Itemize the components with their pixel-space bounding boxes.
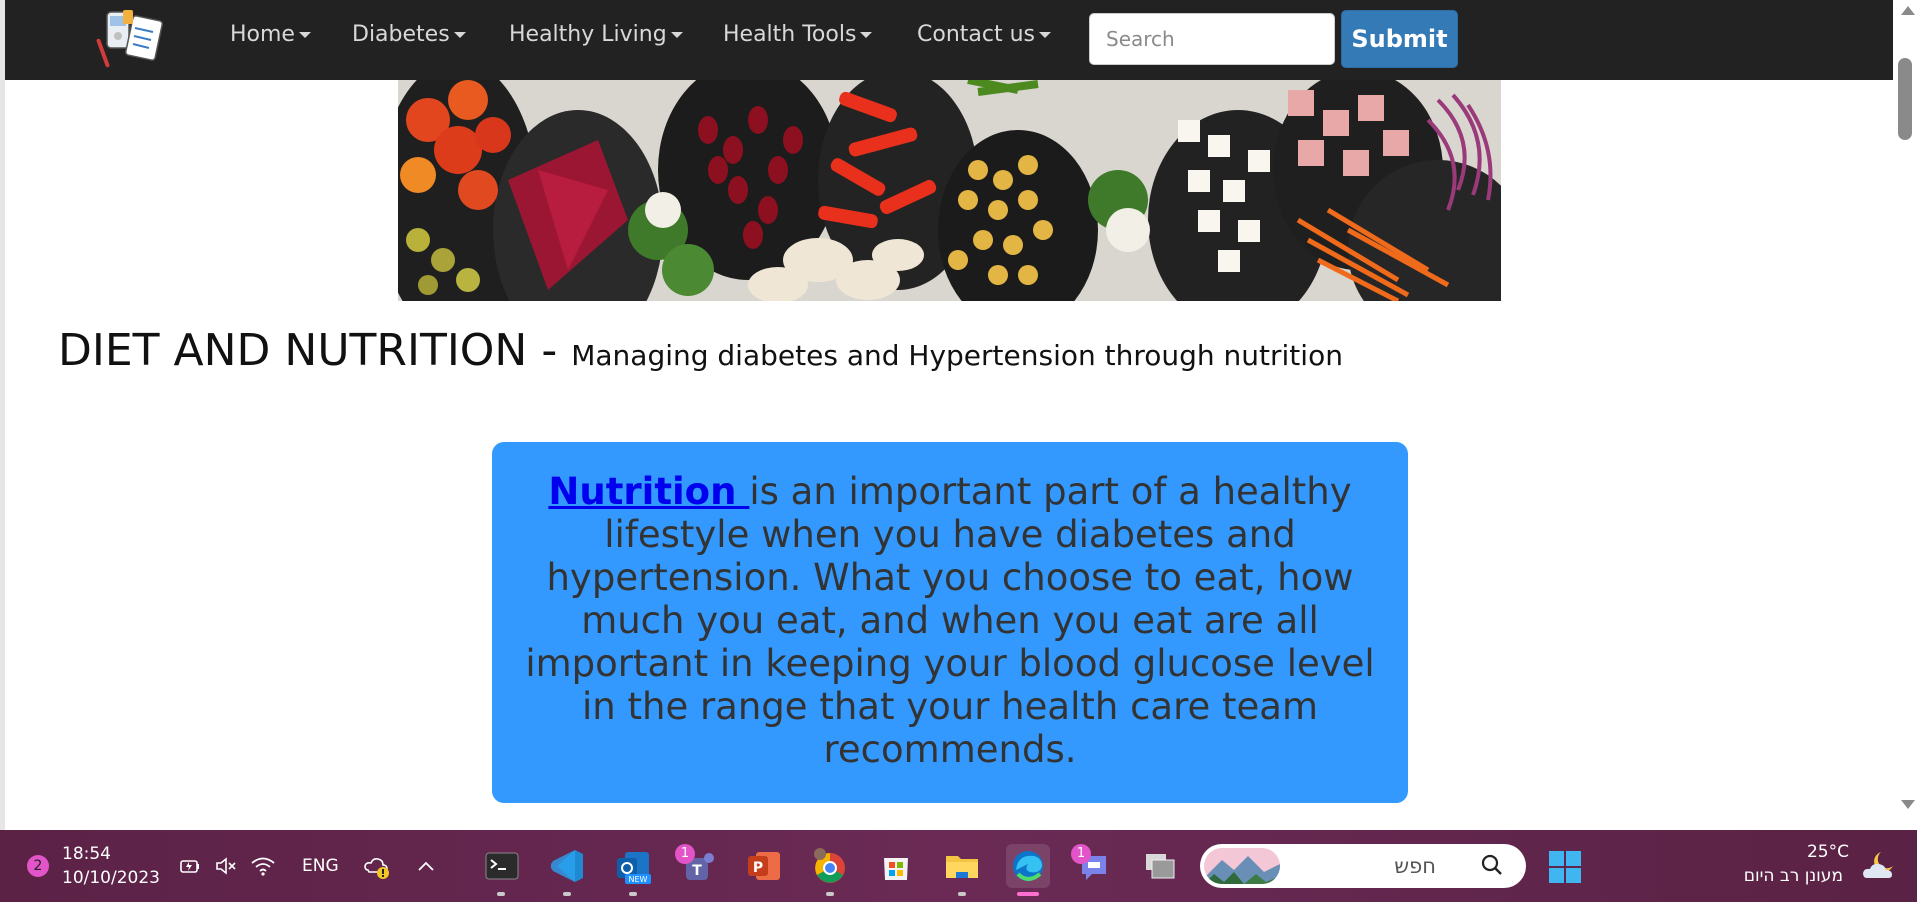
search-icon: [1481, 854, 1502, 875]
app-active-indicator: [1017, 892, 1039, 896]
scroll-thumb[interactable]: [1898, 58, 1912, 140]
browser-viewport: Home Diabetes Healthy Living Health Tool…: [0, 0, 1917, 830]
page-subtitle: Managing diabetes and Hypertension throu…: [571, 339, 1343, 372]
page-heading: DIET AND NUTRITION - Managing diabetes a…: [58, 325, 1343, 376]
chat-notification-badge: 1: [1071, 844, 1091, 864]
scroll-down-icon[interactable]: [1901, 800, 1915, 809]
onedrive-warning-icon[interactable]: [363, 854, 391, 880]
weather-description[interactable]: מעונן רב היום: [1744, 866, 1843, 886]
powerpoint-app-icon[interactable]: P: [742, 844, 786, 888]
submit-button[interactable]: Submit: [1341, 10, 1458, 68]
speaker-muted-icon[interactable]: [214, 854, 238, 878]
outlook-new-app-icon[interactable]: NEW: [611, 844, 655, 888]
nutrition-body-text: is an important part of a healthy lifest…: [525, 470, 1375, 771]
caret-down-icon: [860, 32, 873, 38]
weather-temperature[interactable]: 25°C: [1807, 842, 1849, 862]
wifi-icon[interactable]: [250, 854, 276, 878]
nutrition-link[interactable]: Nutrition: [548, 470, 749, 513]
app-running-indicator: [497, 892, 505, 896]
partly-cloudy-night-icon[interactable]: [1859, 846, 1899, 886]
page-title: DIET AND NUTRITION: [58, 325, 528, 376]
taskbar-search-placeholder: חפש: [1394, 854, 1436, 878]
app-running-indicator: [629, 892, 637, 896]
battery-charging-icon[interactable]: [178, 854, 202, 878]
file-explorer-app-icon[interactable]: [940, 844, 984, 888]
windows-taskbar: 2 18:54 10/10/2023 ENG NEW T 1 P 1 חפש 2…: [0, 830, 1917, 902]
chevron-up-icon[interactable]: [416, 858, 436, 874]
diabetes-tools-logo-icon[interactable]: [93, 8, 171, 72]
clock-date[interactable]: 10/10/2023: [62, 868, 160, 888]
app-running-indicator: [826, 892, 834, 896]
svg-text:NEW: NEW: [629, 875, 648, 884]
caret-down-icon: [670, 32, 683, 38]
app-running-indicator: [563, 892, 571, 896]
terminal-app-icon[interactable]: [480, 844, 524, 888]
clock-time[interactable]: 18:54: [62, 844, 111, 864]
svg-text:T: T: [692, 863, 702, 879]
nav-diabetes[interactable]: Diabetes: [352, 22, 466, 52]
vegetables-banner-image: [398, 80, 1501, 301]
web-page: Home Diabetes Healthy Living Health Tool…: [5, 0, 1893, 825]
search-highlight-landscape-icon: [1204, 848, 1280, 884]
caret-down-icon: [453, 32, 466, 38]
nav-contact-us[interactable]: Contact us: [917, 22, 1051, 52]
nav-healthy-living[interactable]: Healthy Living: [509, 22, 683, 52]
caret-down-icon: [298, 32, 311, 38]
vertical-scrollbar[interactable]: [1893, 0, 1917, 830]
teams-notification-badge: 1: [675, 844, 695, 864]
nutrition-info-box: Nutrition is an important part of a heal…: [492, 442, 1408, 803]
scroll-up-icon[interactable]: [1901, 6, 1915, 15]
task-view-icon[interactable]: [1138, 844, 1182, 888]
microsoft-store-app-icon[interactable]: [874, 844, 918, 888]
taskbar-search-box[interactable]: חפש: [1200, 844, 1526, 888]
windows-start-icon[interactable]: [1548, 850, 1582, 884]
caret-down-icon: [1039, 32, 1051, 38]
chrome-app-icon[interactable]: [808, 844, 852, 888]
heading-separator: -: [527, 325, 572, 376]
nav-health-tools[interactable]: Health Tools: [723, 22, 873, 52]
notification-count-badge[interactable]: 2: [27, 855, 49, 877]
search-input[interactable]: [1089, 13, 1335, 65]
app-running-indicator: [958, 892, 966, 896]
vscode-app-icon[interactable]: [545, 844, 589, 888]
nav-home[interactable]: Home: [230, 22, 311, 52]
navbar: Home Diabetes Healthy Living Health Tool…: [5, 0, 1893, 80]
edge-app-icon[interactable]: [1006, 844, 1050, 888]
svg-text:P: P: [753, 860, 763, 876]
language-indicator[interactable]: ENG: [302, 856, 339, 876]
